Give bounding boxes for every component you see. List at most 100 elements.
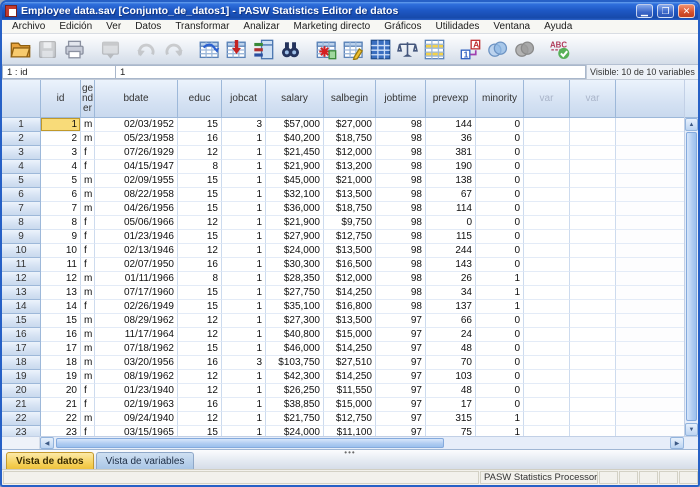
- cell-18-var1[interactable]: [524, 356, 570, 370]
- cell-20-jobtime[interactable]: 97: [376, 384, 426, 398]
- cell-19-salary[interactable]: $42,300: [266, 370, 324, 384]
- cell-15-educ[interactable]: 12: [178, 314, 222, 328]
- cell-4-prevexp[interactable]: 190: [426, 160, 476, 174]
- row-header-23[interactable]: 23: [2, 426, 41, 436]
- row-header-12[interactable]: 12: [2, 272, 41, 286]
- show-all-variables-icon[interactable]: [511, 36, 538, 63]
- cell-12-jobtime[interactable]: 98: [376, 272, 426, 286]
- cell-23-salbegin[interactable]: $11,100: [324, 426, 376, 436]
- select-cases-icon[interactable]: [421, 36, 448, 63]
- cell-2-jobcat[interactable]: 1: [222, 132, 266, 146]
- cell-14-var1[interactable]: [524, 300, 570, 314]
- cell-4-jobcat[interactable]: 1: [222, 160, 266, 174]
- cell-14-jobcat[interactable]: 1: [222, 300, 266, 314]
- cell-12-salbegin[interactable]: $12,000: [324, 272, 376, 286]
- cell-18-salary[interactable]: $103,750: [266, 356, 324, 370]
- cell-19-bdate[interactable]: 08/19/1962: [95, 370, 178, 384]
- cell-13-prevexp[interactable]: 34: [426, 286, 476, 300]
- cell-20-bdate[interactable]: 01/23/1940: [95, 384, 178, 398]
- cell-16-salary[interactable]: $40,800: [266, 328, 324, 342]
- menu-analizar[interactable]: Analizar: [236, 21, 286, 32]
- row-header-17[interactable]: 17: [2, 342, 41, 356]
- tab-vista-de-variables[interactable]: Vista de variables: [96, 452, 195, 469]
- cell-3-id[interactable]: 3: [41, 146, 81, 160]
- cell-8-bdate[interactable]: 05/06/1966: [95, 216, 178, 230]
- cell-6-id[interactable]: 6: [41, 188, 81, 202]
- cell-12-bdate[interactable]: 01/11/1966: [95, 272, 178, 286]
- cell-14-minority[interactable]: 1: [476, 300, 524, 314]
- cell-16-var2[interactable]: [570, 328, 616, 342]
- cell-11-educ[interactable]: 16: [178, 258, 222, 272]
- cell-9-bdate[interactable]: 01/23/1946: [95, 230, 178, 244]
- menu-ver[interactable]: Ver: [99, 21, 128, 32]
- cell-8-educ[interactable]: 12: [178, 216, 222, 230]
- cell-12-var1[interactable]: [524, 272, 570, 286]
- cell-17-jobtime[interactable]: 97: [376, 342, 426, 356]
- cell-10-var1[interactable]: [524, 244, 570, 258]
- cell-16-educ[interactable]: 12: [178, 328, 222, 342]
- cell-9-var2[interactable]: [570, 230, 616, 244]
- cell-23-minority[interactable]: 1: [476, 426, 524, 436]
- cell-2-var2[interactable]: [570, 132, 616, 146]
- cell-21-salbegin[interactable]: $15,000: [324, 398, 376, 412]
- column-header-var1[interactable]: var: [524, 80, 570, 118]
- cell-22-jobtime[interactable]: 97: [376, 412, 426, 426]
- cell-12-var2[interactable]: [570, 272, 616, 286]
- cell-8-gender[interactable]: f: [81, 216, 95, 230]
- menu-archivo[interactable]: Archivo: [5, 21, 52, 32]
- cell-3-gender[interactable]: f: [81, 146, 95, 160]
- row-header-13[interactable]: 13: [2, 286, 41, 300]
- cell-5-jobtime[interactable]: 98: [376, 174, 426, 188]
- cell-8-salary[interactable]: $21,900: [266, 216, 324, 230]
- cell-8-jobtime[interactable]: 98: [376, 216, 426, 230]
- cell-18-minority[interactable]: 0: [476, 356, 524, 370]
- cell-17-educ[interactable]: 15: [178, 342, 222, 356]
- cell-22-educ[interactable]: 12: [178, 412, 222, 426]
- menu-transformar[interactable]: Transformar: [168, 21, 236, 32]
- row-header-18[interactable]: 18: [2, 356, 41, 370]
- cell-23-id[interactable]: 23: [41, 426, 81, 436]
- cell-8-salbegin[interactable]: $9,750: [324, 216, 376, 230]
- scroll-left-arrow-icon[interactable]: ◀: [40, 437, 54, 449]
- cell-21-minority[interactable]: 0: [476, 398, 524, 412]
- cell-7-jobtime[interactable]: 98: [376, 202, 426, 216]
- cell-18-educ[interactable]: 16: [178, 356, 222, 370]
- cell-15-salary[interactable]: $27,300: [266, 314, 324, 328]
- cell-10-var2[interactable]: [570, 244, 616, 258]
- cell-19-id[interactable]: 19: [41, 370, 81, 384]
- cell-11-var1[interactable]: [524, 258, 570, 272]
- cell-23-bdate[interactable]: 03/15/1965: [95, 426, 178, 436]
- cell-4-gender[interactable]: f: [81, 160, 95, 174]
- cell-23-prevexp[interactable]: 75: [426, 426, 476, 436]
- vertical-scroll-thumb[interactable]: [686, 132, 697, 421]
- cell-19-prevexp[interactable]: 103: [426, 370, 476, 384]
- cell-16-jobtime[interactable]: 97: [376, 328, 426, 342]
- cell-14-salbegin[interactable]: $16,800: [324, 300, 376, 314]
- cell-10-prevexp[interactable]: 244: [426, 244, 476, 258]
- cell-18-salbegin[interactable]: $27,510: [324, 356, 376, 370]
- row-header-8[interactable]: 8: [2, 216, 41, 230]
- cell-22-salbegin[interactable]: $12,750: [324, 412, 376, 426]
- scroll-up-arrow-icon[interactable]: ▲: [685, 118, 698, 131]
- cell-15-salbegin[interactable]: $13,500: [324, 314, 376, 328]
- cell-13-bdate[interactable]: 07/17/1960: [95, 286, 178, 300]
- cell-3-jobcat[interactable]: 1: [222, 146, 266, 160]
- cell-9-educ[interactable]: 15: [178, 230, 222, 244]
- cell-10-minority[interactable]: 0: [476, 244, 524, 258]
- menu-utilidades[interactable]: Utilidades: [428, 21, 486, 32]
- cell-5-var1[interactable]: [524, 174, 570, 188]
- cell-7-salbegin[interactable]: $18,750: [324, 202, 376, 216]
- cell-22-gender[interactable]: m: [81, 412, 95, 426]
- menu-ayuda[interactable]: Ayuda: [537, 21, 579, 32]
- cell-8-prevexp[interactable]: 0: [426, 216, 476, 230]
- cell-2-salary[interactable]: $40,200: [266, 132, 324, 146]
- cell-9-id[interactable]: 9: [41, 230, 81, 244]
- cell-3-educ[interactable]: 12: [178, 146, 222, 160]
- cell-4-salary[interactable]: $21,900: [266, 160, 324, 174]
- cell-18-gender[interactable]: m: [81, 356, 95, 370]
- cell-2-educ[interactable]: 16: [178, 132, 222, 146]
- cell-8-var2[interactable]: [570, 216, 616, 230]
- cell-2-var1[interactable]: [524, 132, 570, 146]
- cell-21-jobcat[interactable]: 1: [222, 398, 266, 412]
- cell-5-var2[interactable]: [570, 174, 616, 188]
